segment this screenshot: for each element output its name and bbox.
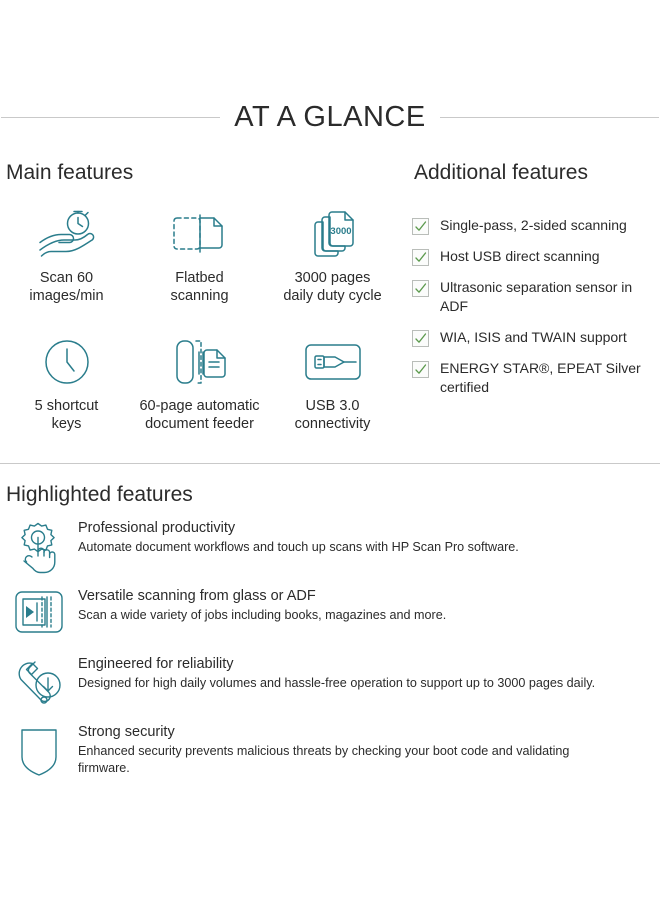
shield-icon xyxy=(0,723,78,777)
highlighted-feature-item: Engineered for reliability Designed for … xyxy=(0,655,660,723)
at-a-glance-page: AT A GLANCE Main features Additional fea… xyxy=(0,0,660,900)
additional-feature-item: Single-pass, 2-sided scanning xyxy=(412,216,658,235)
gear-hand-icon xyxy=(0,519,78,577)
main-feature-label: USB 3.0 connectivity xyxy=(294,398,371,432)
additional-feature-label: Single-pass, 2-sided scanning xyxy=(440,217,627,233)
stacked-pages-3000-icon: 3000 xyxy=(305,206,361,262)
section-divider xyxy=(0,463,660,464)
highlighted-feature-title: Versatile scanning from glass or ADF xyxy=(78,588,316,604)
highlighted-features-heading: Highlighted features xyxy=(6,483,193,506)
additional-feature-label: ENERGY STAR®, EPEAT Silver certified xyxy=(440,359,641,395)
main-feature-item: Flatbed scanning xyxy=(133,206,266,334)
highlighted-feature-body: Engineered for reliability Designed for … xyxy=(78,655,660,692)
document-feeder-icon xyxy=(169,334,231,390)
stacked-pages-badge-text: 3000 xyxy=(330,226,351,237)
wrench-download-icon xyxy=(0,655,78,709)
main-feature-item: 5 shortcut keys xyxy=(0,334,133,462)
additional-feature-item: Ultrasonic separation sensor in ADF xyxy=(412,278,658,316)
title-rule-right xyxy=(439,117,659,118)
page-title-row: AT A GLANCE xyxy=(0,103,660,132)
highlighted-features-list: Professional productivity Automate docum… xyxy=(0,519,660,791)
main-features-heading: Main features xyxy=(6,161,134,184)
checkbox-checked-icon[interactable] xyxy=(412,249,429,266)
highlighted-feature-body: Professional productivity Automate docum… xyxy=(78,519,660,556)
additional-features-list: Single-pass, 2-sided scanning Host USB d… xyxy=(412,216,658,409)
main-feature-item: USB 3.0 connectivity xyxy=(266,334,399,462)
highlighted-feature-item: Professional productivity Automate docum… xyxy=(0,519,660,587)
additional-feature-item: ENERGY STAR®, EPEAT Silver certified xyxy=(412,359,658,397)
hand-stopwatch-icon xyxy=(34,206,100,262)
flatbed-scan-icon xyxy=(169,206,231,262)
main-feature-label: Scan 60 images/min xyxy=(29,270,104,304)
highlighted-feature-desc: Enhanced security prevents malicious thr… xyxy=(78,743,570,775)
title-rule-left xyxy=(1,117,221,118)
additional-feature-label: Ultrasonic separation sensor in ADF xyxy=(440,279,633,314)
usb-connector-icon xyxy=(302,334,364,390)
checkbox-checked-icon[interactable] xyxy=(412,280,429,297)
additional-feature-label: Host USB direct scanning xyxy=(440,248,600,264)
additional-feature-item: Host USB direct scanning xyxy=(412,247,658,266)
main-features-grid: Scan 60 images/min Flatbed scanning 3000… xyxy=(0,206,400,462)
main-feature-item: 3000 3000 pages daily duty cycle xyxy=(266,206,399,334)
highlighted-feature-title: Professional productivity xyxy=(78,520,236,536)
main-feature-item: 60-page automatic document feeder xyxy=(133,334,266,462)
highlighted-feature-body: Versatile scanning from glass or ADF Sca… xyxy=(78,587,660,624)
clock-icon xyxy=(42,334,92,390)
additional-feature-item: WIA, ISIS and TWAIN support xyxy=(412,328,658,347)
highlighted-feature-item: Strong security Enhanced security preven… xyxy=(0,723,660,791)
checkbox-checked-icon[interactable] xyxy=(412,360,429,378)
checkbox-checked-icon[interactable] xyxy=(412,329,429,347)
scan-glass-adf-icon xyxy=(0,587,78,635)
additional-feature-label: WIA, ISIS and TWAIN support xyxy=(440,328,627,345)
highlighted-feature-desc: Automate document workflows and touch up… xyxy=(78,539,519,554)
main-feature-item: Scan 60 images/min xyxy=(0,206,133,334)
main-feature-label: Flatbed scanning xyxy=(170,270,229,304)
main-feature-label: 5 shortcut keys xyxy=(34,398,99,432)
main-feature-label: 3000 pages daily duty cycle xyxy=(283,270,382,304)
highlighted-feature-body: Strong security Enhanced security preven… xyxy=(78,723,660,777)
main-feature-label: 60-page automatic document feeder xyxy=(139,398,260,432)
page-title: AT A GLANCE xyxy=(234,101,426,133)
highlighted-feature-title: Engineered for reliability xyxy=(78,656,234,672)
checkbox-checked-icon[interactable] xyxy=(412,218,429,235)
highlighted-feature-title: Strong security xyxy=(78,724,175,740)
highlighted-feature-item: Versatile scanning from glass or ADF Sca… xyxy=(0,587,660,655)
additional-features-heading: Additional features xyxy=(414,161,588,184)
highlighted-feature-desc: Designed for high daily volumes and hass… xyxy=(78,675,596,690)
highlighted-feature-desc: Scan a wide variety of jobs including bo… xyxy=(78,607,447,622)
